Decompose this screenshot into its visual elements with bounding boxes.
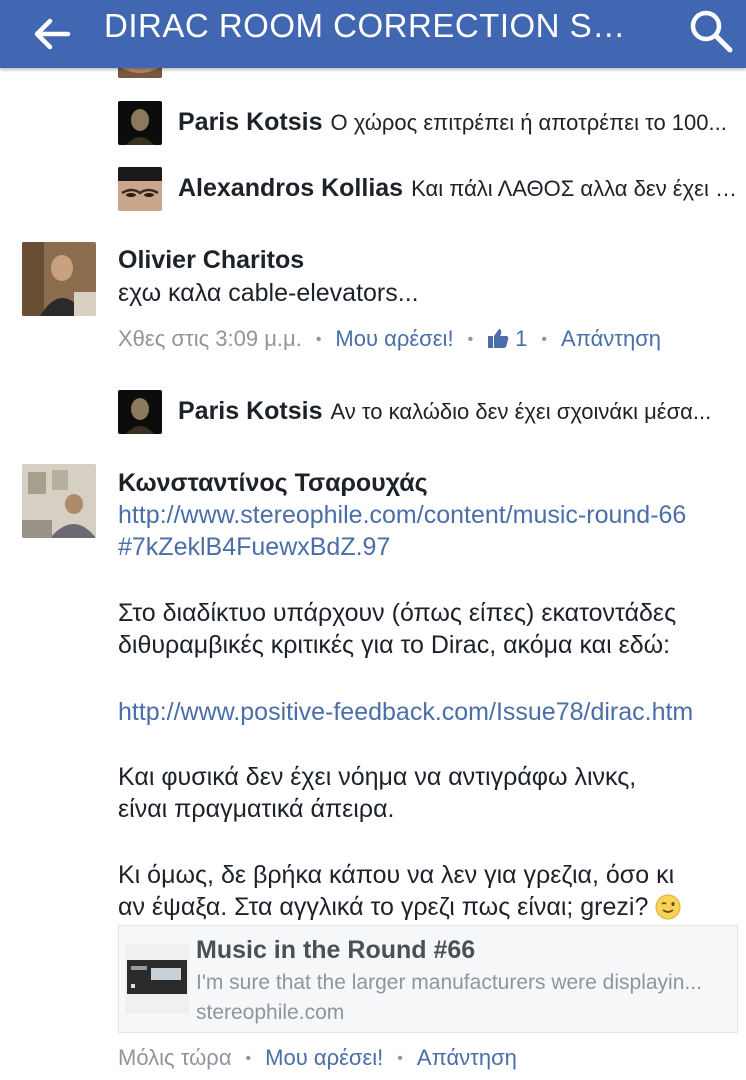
paragraph-line: Στο διαδίκτυο υπάρχουν (όπως είπες) εκατ… [118, 599, 677, 627]
preview-description: I'm sure that the larger manufacturers w… [196, 971, 702, 994]
link-line[interactable]: #7kZeklB4FuewxBdZ.97 [118, 531, 686, 563]
reply-text: Αν το καλώδιο δεν έχει σχοινάκι μέσα... [330, 399, 712, 424]
separator-dot: • [467, 331, 474, 348]
paragraph-line: αν έψαξα. Στα αγγλικά το γρεζι πως είναι… [118, 893, 649, 921]
separator-dot: • [245, 1050, 252, 1067]
link-line[interactable]: http://www.stereophile.com/content/music… [118, 499, 686, 531]
link-stereophile[interactable]: http://www.stereophile.com/content/music… [118, 499, 686, 563]
avatar[interactable] [22, 464, 96, 538]
winking-face-emoji [655, 894, 681, 920]
author-name[interactable]: Paris Kotsis [178, 397, 323, 425]
link-preview-card[interactable]: Music in the Round #66 I'm sure that the… [118, 925, 738, 1033]
like-button[interactable]: Μου αρέσει! [265, 1045, 383, 1070]
arrow-left-icon[interactable] [30, 12, 74, 56]
author-name[interactable]: Alexandros Kollias [178, 174, 403, 202]
reply-button[interactable]: Απάντηση [561, 326, 661, 351]
avatar[interactable] [118, 167, 162, 211]
group-title: DIRAC ROOM CORRECTION SOFT... [104, 7, 644, 44]
reply-button[interactable]: Απάντηση [417, 1045, 517, 1070]
paragraph-line: διθυραμβικές κριτικές για το Dirac, ακόμ… [118, 631, 671, 659]
separator-dot: • [541, 331, 548, 348]
reply-item[interactable]: Alexandros Kollias Και πάλι ΛΑΘΟΣ αλλα δε… [118, 167, 744, 213]
comment-paragraph: Στο διαδίκτυο υπάρχουν (όπως είπες) εκατ… [118, 597, 676, 661]
like-button[interactable]: Μου αρέσει! [335, 326, 453, 351]
reply-item[interactable]: Paris Kotsis Ο χώρος επιτρέπει ή αποτρέπε… [118, 101, 738, 147]
comment-paragraph: Και φυσικά δεν έχει νόημα να αντιγράφω λ… [118, 761, 636, 825]
separator-dot: • [315, 331, 322, 348]
reply-text: Και πάλι ΛΑΘΟΣ αλλα δεν έχει σ... [411, 176, 744, 201]
paragraph-line: είναι πραγματικά άπειρα. [118, 795, 395, 823]
search-icon[interactable] [686, 6, 736, 56]
comment-text: εχω καλα cable-elevators... [118, 279, 419, 307]
reply-text: Ο χώρος επιτρέπει ή αποτρέπει το 100... [330, 110, 727, 135]
preview-thumbnail [125, 944, 189, 1014]
reply-item[interactable]: Paris Kotsis Αν το καλώδιο δεν έχει σχοιν… [118, 390, 738, 436]
author-name[interactable]: Paris Kotsis [178, 108, 323, 136]
preview-title[interactable]: Music in the Round #66 [196, 936, 475, 965]
paragraph-line: Και φυσικά δεν έχει νόημα να αντιγράφω λ… [118, 763, 637, 791]
app-bar: DIRAC ROOM CORRECTION SOFT... [0, 0, 746, 68]
author-name[interactable]: Olivier Charitos [118, 246, 304, 275]
separator-dot: • [397, 1050, 403, 1067]
comment-paragraph: Κι όμως, δε βρήκα κάπου να λεν για γρεζι… [118, 859, 681, 923]
comment-actions: Χθες στις 3:09 μ.μ. • Μου αρέσει! • 1 • Απάντη… [118, 323, 661, 355]
link-positive-feedback[interactable]: http://www.positive-feedback.com/Issue78… [118, 696, 693, 728]
preview-domain: stereophile.com [196, 1001, 345, 1024]
timestamp[interactable]: Μόλις τώρα [118, 1045, 232, 1070]
avatar[interactable] [22, 242, 96, 316]
timestamp[interactable]: Χθες στις 3:09 μ.μ. [118, 326, 302, 351]
avatar[interactable] [118, 390, 162, 434]
avatar[interactable] [118, 101, 162, 145]
comment-actions: Μόλις τώρα • Μου αρέσει! • Απάντηση [118, 1042, 517, 1074]
paragraph-line: Κι όμως, δε βρήκα κάπου να λεν για γρεζι… [118, 861, 675, 889]
thumbs-up-icon[interactable] [487, 327, 509, 349]
author-name[interactable]: Κωνσταντίνος Τσαρουχάς [118, 469, 428, 498]
like-count[interactable]: 1 [515, 326, 527, 351]
